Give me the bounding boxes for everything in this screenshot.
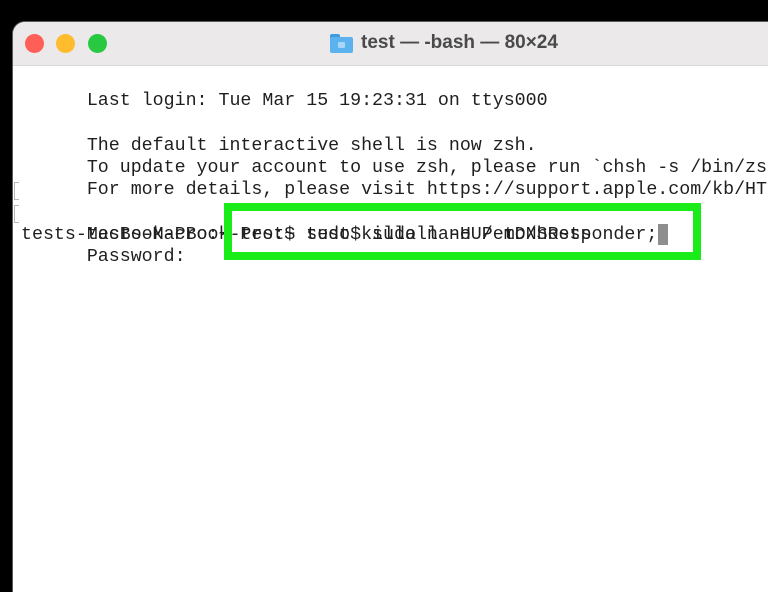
line-text: Password:	[86, 247, 186, 268]
text-cursor	[658, 224, 669, 246]
close-button[interactable]	[25, 34, 44, 53]
minimize-button[interactable]	[56, 34, 75, 53]
window-title: test — -bash — 80×24	[330, 30, 558, 56]
terminal-line: To update your account to use zsh, pleas…	[13, 135, 768, 178]
command-mark-icon	[14, 182, 19, 201]
window-title-text: test — -bash — 80×24	[361, 32, 558, 53]
command-input[interactable]: sudo killall -HUP mDNSResponder;	[306, 225, 657, 245]
zoom-button[interactable]	[88, 34, 107, 53]
terminal-window: test — -bash — 80×24 Last login: Tue Mar…	[13, 22, 768, 592]
terminal-line: tests-MacBook-Pro:~ test$ sudo nano /etc…	[13, 179, 768, 245]
shell-prompt: tests-MacBook-Pro:~ test$	[21, 225, 307, 246]
terminal-line: Password:	[13, 202, 768, 267]
terminal-output[interactable]: Last login: Tue Mar 15 19:23:31 on ttys0…	[13, 66, 768, 592]
terminal-line: The default interactive shell is now zsh…	[13, 113, 768, 156]
current-command-line[interactable]: tests-MacBook-Pro:~ test$ sudo killall -…	[13, 224, 768, 246]
title-bar[interactable]: test — -bash — 80×24	[13, 22, 768, 66]
terminal-line: For more details, please visit https://s…	[13, 157, 768, 200]
terminal-line: Last login: Tue Mar 15 19:23:31 on ttys0…	[13, 68, 768, 111]
command-mark-icon	[14, 204, 19, 223]
home-folder-icon	[330, 33, 353, 53]
